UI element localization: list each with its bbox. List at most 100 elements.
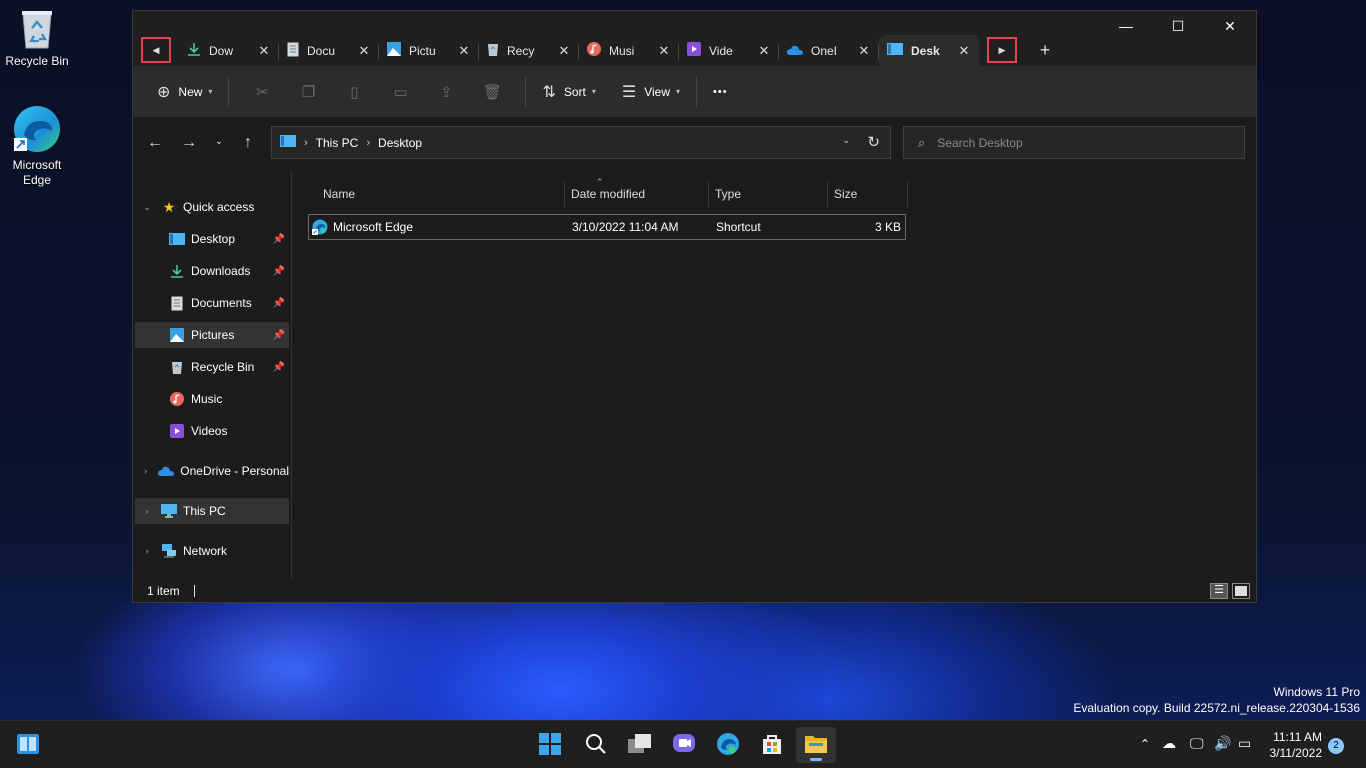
sidebar-item-videos[interactable]: Videos <box>135 418 289 444</box>
details-view-button[interactable]: ☰ <box>1210 583 1228 599</box>
paste-button[interactable]: ▯ <box>331 83 377 101</box>
close-icon[interactable]: ✕ <box>357 43 371 59</box>
delete-button[interactable]: 🗑 <box>469 83 515 101</box>
column-header-name[interactable]: Name <box>315 181 355 207</box>
music-icon <box>169 391 185 407</box>
share-button[interactable]: ⇪ <box>423 83 469 101</box>
chat-icon <box>672 733 696 758</box>
recent-locations-button[interactable]: ⌄ <box>207 136 231 156</box>
copy-button[interactable]: ❐ <box>285 83 331 101</box>
sidebar-item-desktop[interactable]: Desktop 📌 <box>135 226 289 252</box>
pin-icon[interactable]: 📌 <box>273 234 285 245</box>
sidebar-item-label: Desktop <box>191 232 236 246</box>
close-icon[interactable]: ✕ <box>857 43 871 59</box>
new-button[interactable]: ⊕ New ▾ <box>151 76 218 108</box>
sidebar-item-this-pc[interactable]: › This PC <box>135 498 289 524</box>
pin-icon[interactable]: 📌 <box>273 266 285 277</box>
breadcrumb-this-pc[interactable]: This PC <box>316 136 359 150</box>
close-icon[interactable]: ✕ <box>657 43 671 59</box>
maximize-button[interactable]: ☐ <box>1152 11 1204 41</box>
column-label: Date modified <box>571 187 646 201</box>
volume-icon[interactable]: 🔊 <box>1214 735 1231 752</box>
forward-button[interactable]: → <box>177 134 201 154</box>
show-hidden-icons-button[interactable]: ⌃ <box>1140 737 1150 751</box>
new-tab-button[interactable]: + <box>1025 35 1065 66</box>
sort-button[interactable]: ⇅ Sort ▾ <box>536 76 601 108</box>
column-divider[interactable] <box>907 181 908 207</box>
file-explorer-taskbar-button[interactable] <box>796 727 836 763</box>
close-icon[interactable]: ✕ <box>557 43 571 59</box>
chat-button[interactable] <box>664 727 704 763</box>
desktop-icon-edge[interactable]: Microsoft Edge <box>0 104 75 188</box>
toolbar-divider <box>525 76 527 107</box>
tab-desktop[interactable]: Desk ✕ <box>879 35 979 66</box>
view-button[interactable]: ☰ View ▾ <box>616 76 686 108</box>
table-row[interactable]: Microsoft Edge 3/10/2022 11:04 AM Shortc… <box>308 214 906 240</box>
tab-downloads[interactable]: Dow ✕ <box>179 35 279 66</box>
edge-icon <box>12 104 62 154</box>
address-bar[interactable]: › This PC › Desktop ⌄ ↻ <box>271 126 891 159</box>
back-button[interactable]: ← <box>143 134 167 154</box>
start-button[interactable] <box>530 727 570 763</box>
sidebar-item-onedrive[interactable]: › OneDrive - Personal <box>135 458 289 484</box>
sidebar-item-network[interactable]: › Network <box>135 538 289 564</box>
recycle-bin-icon <box>487 42 499 59</box>
rename-button[interactable]: ▭ <box>377 83 423 101</box>
status-bar: 1 item ☰ <box>133 579 1256 603</box>
store-button[interactable] <box>752 727 792 763</box>
sidebar-item-pictures[interactable]: Pictures 📌 <box>135 322 289 348</box>
tab-scroll-left-button[interactable]: ◀ <box>141 37 171 63</box>
pin-icon[interactable]: 📌 <box>273 298 285 309</box>
tab-music[interactable]: Musi ✕ <box>579 35 679 66</box>
sidebar-item-music[interactable]: Music <box>135 386 289 412</box>
pin-icon[interactable]: 📌 <box>273 362 285 373</box>
sidebar-item-downloads[interactable]: Downloads 📌 <box>135 258 289 284</box>
cut-button[interactable]: ✂ <box>239 83 285 101</box>
tab-videos[interactable]: Vide ✕ <box>679 35 779 66</box>
pane-divider[interactable] <box>291 171 292 579</box>
search-button[interactable] <box>576 727 616 763</box>
edge-taskbar-button[interactable] <box>708 727 748 763</box>
address-dropdown-icon[interactable]: ⌄ <box>842 135 850 146</box>
large-icons-view-icon <box>1235 586 1247 596</box>
onedrive-tray-icon[interactable]: ☁ <box>1162 735 1176 752</box>
widgets-button[interactable] <box>8 727 48 763</box>
up-button[interactable]: ↑ <box>236 134 260 154</box>
column-header-size[interactable]: Size <box>826 181 857 207</box>
title-bar: ◀ Dow ✕ Docu ✕ Pictu ✕ Recy ✕ Musi ✕ Vid… <box>133 11 1256 66</box>
minimize-button[interactable]: — <box>1100 11 1152 41</box>
tab-scroll-right-button[interactable]: ▶ <box>987 37 1017 63</box>
search-input[interactable]: ⌕ Search Desktop <box>903 126 1245 159</box>
close-button[interactable]: ✕ <box>1204 11 1256 41</box>
large-icons-view-button[interactable] <box>1232 583 1250 599</box>
refresh-icon[interactable]: ↻ <box>867 133 880 151</box>
battery-icon[interactable]: ▭ <box>1238 735 1251 752</box>
tab-documents[interactable]: Docu ✕ <box>279 35 379 66</box>
desktop-icon-recycle-bin[interactable]: Recycle Bin <box>0 8 75 68</box>
close-icon[interactable]: ✕ <box>957 43 971 59</box>
tab-pictures[interactable]: Pictu ✕ <box>379 35 479 66</box>
sidebar-item-quick-access[interactable]: ⌄ ★ Quick access <box>135 194 289 220</box>
sidebar-item-recycle-bin[interactable]: Recycle Bin 📌 <box>135 354 289 380</box>
clock[interactable]: 11:11 AM 3/11/2022 <box>1270 729 1323 761</box>
network-tray-icon[interactable]: 🖵 <box>1190 735 1204 752</box>
running-indicator <box>810 758 822 761</box>
column-header-type[interactable]: Type <box>707 181 741 207</box>
close-icon[interactable]: ✕ <box>757 43 771 59</box>
chevron-right-icon: › <box>145 546 149 556</box>
close-icon[interactable]: ✕ <box>257 43 271 59</box>
close-icon[interactable]: ✕ <box>457 43 471 59</box>
chevron-down-icon: ⌄ <box>143 201 151 212</box>
tab-onedrive[interactable]: OneI ✕ <box>779 35 879 66</box>
breadcrumb-desktop[interactable]: Desktop <box>378 136 422 150</box>
watermark-build: Evaluation copy. Build 22572.ni_release.… <box>1073 701 1360 715</box>
notification-badge[interactable]: 2 <box>1328 738 1344 754</box>
tab-label: Recy <box>507 43 535 58</box>
sidebar-item-documents[interactable]: Documents 📌 <box>135 290 289 316</box>
taskbar: ⌃ ☁ 🖵 🔊 ▭ 11:11 AM 3/11/2022 2 <box>0 720 1366 768</box>
more-options-button[interactable]: ••• <box>707 76 734 108</box>
pin-icon[interactable]: 📌 <box>273 330 285 341</box>
tab-recycle-bin[interactable]: Recy ✕ <box>479 35 579 66</box>
column-header-date[interactable]: Date modified <box>563 181 645 207</box>
task-view-button[interactable] <box>620 727 660 763</box>
